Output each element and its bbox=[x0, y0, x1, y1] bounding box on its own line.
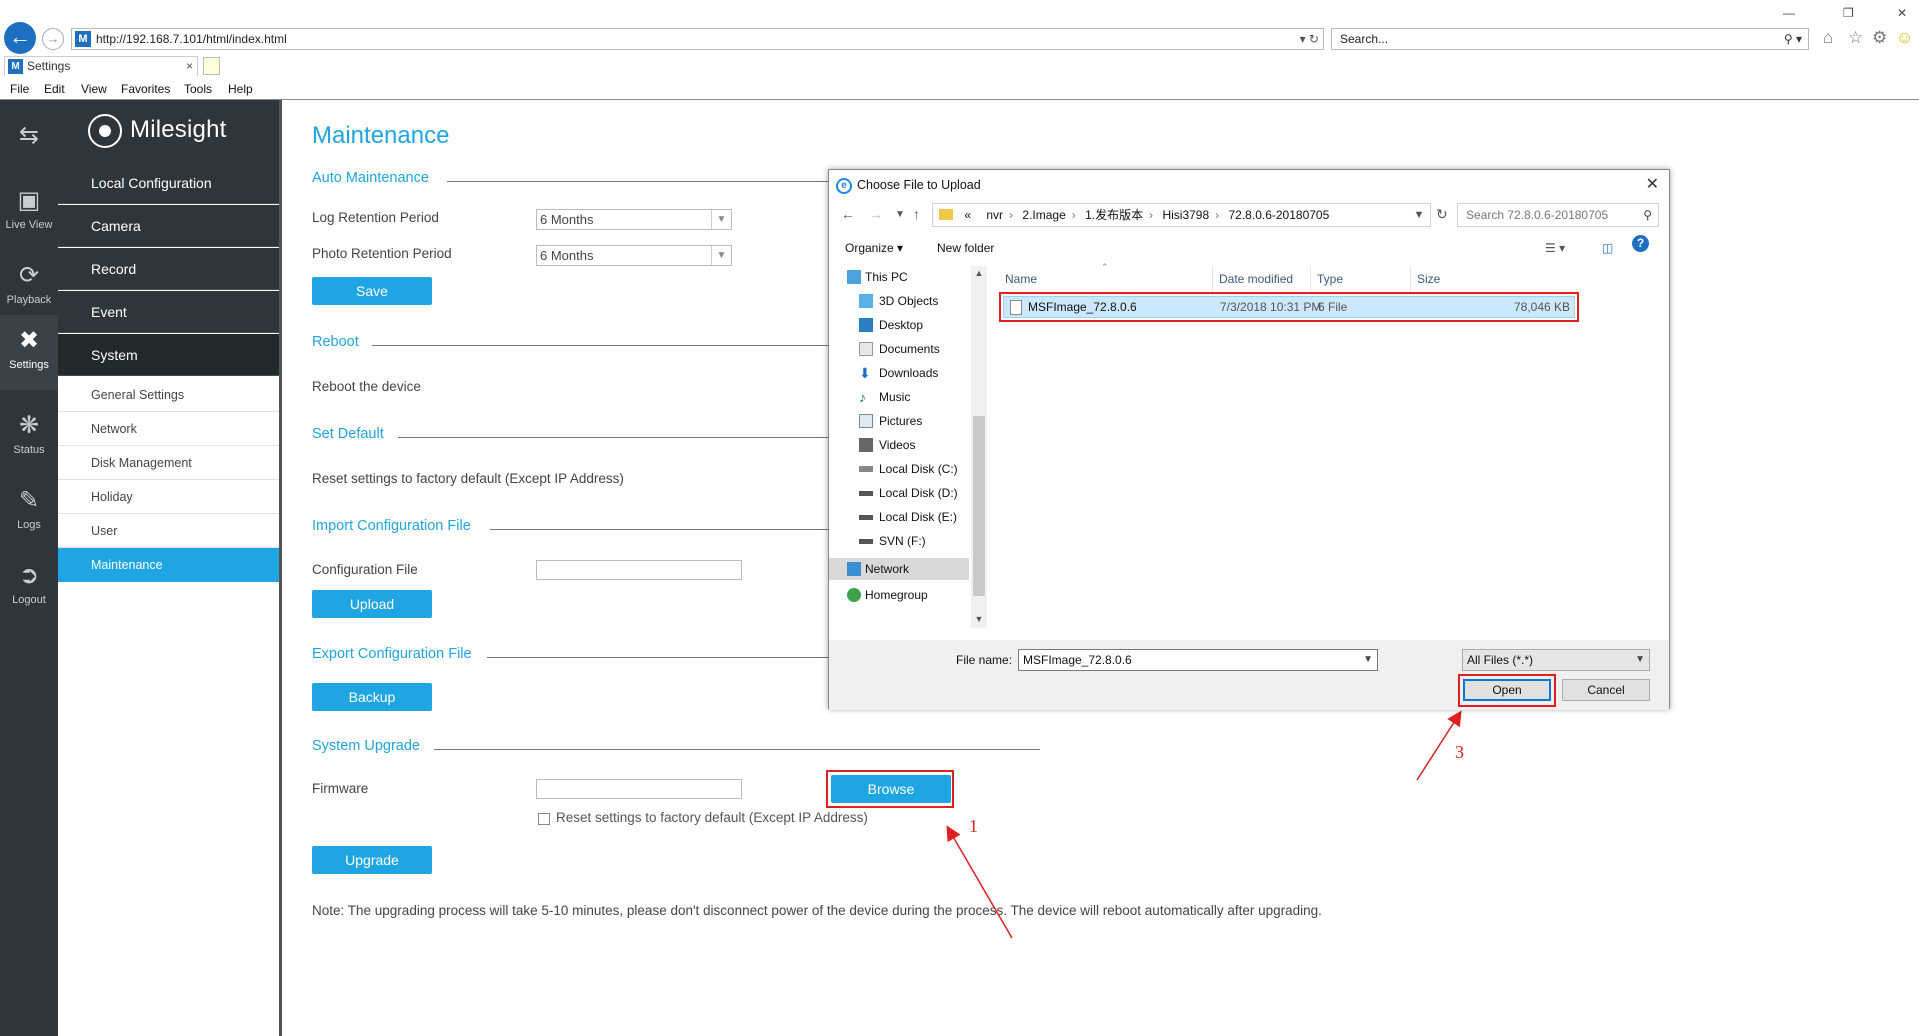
dialog-search-input[interactable]: Search 72.8.0.6-20180705 ⚲ bbox=[1457, 203, 1659, 227]
column-date-modified[interactable]: Date modified bbox=[1213, 266, 1311, 292]
arrow-3 bbox=[1416, 710, 1462, 781]
highlight-box bbox=[1458, 674, 1556, 707]
tree-item-desktop[interactable]: Desktop bbox=[829, 314, 969, 336]
recent-chevron-icon[interactable]: ▼ bbox=[895, 209, 905, 220]
organize-menu[interactable]: Organize ▾ bbox=[845, 235, 903, 261]
chevron-down-icon[interactable]: ▼ bbox=[1363, 650, 1373, 670]
back-arrow-icon[interactable]: ← bbox=[841, 206, 855, 222]
breadcrumb-item[interactable]: 72.8.0.6-20180705 bbox=[1229, 208, 1330, 222]
sort-chevron-icon: ⌃ bbox=[1101, 262, 1109, 272]
folder-icon bbox=[939, 209, 953, 220]
tree-item-local-disk-d[interactable]: Local Disk (D:) bbox=[829, 482, 969, 504]
tree-item-downloads[interactable]: ⬇ Downloads bbox=[829, 362, 969, 384]
tree-item-3d-objects[interactable]: 3D Objects bbox=[829, 290, 969, 312]
search-icon: ⚲ bbox=[1643, 208, 1652, 222]
file-list: Name Date modified Type Size ⌃ MSFImage_… bbox=[989, 262, 1669, 628]
pictures-icon bbox=[859, 414, 873, 428]
network-icon bbox=[847, 562, 861, 576]
breadcrumb-dropdown-icon[interactable]: ▼ bbox=[1408, 203, 1430, 227]
dialog-title-bar: e Choose File to Upload ✕ bbox=[829, 170, 1669, 200]
cancel-button[interactable]: Cancel bbox=[1562, 679, 1650, 701]
column-type[interactable]: Type bbox=[1311, 266, 1411, 292]
music-icon: ♪ bbox=[859, 389, 866, 405]
help-icon[interactable]: ? bbox=[1632, 235, 1649, 252]
documents-icon bbox=[859, 342, 873, 356]
tree-item-network[interactable]: Network bbox=[829, 558, 969, 580]
drive-icon bbox=[859, 539, 873, 544]
pc-icon bbox=[847, 270, 861, 284]
chevron-down-icon: ▼ bbox=[1635, 654, 1645, 665]
file-upload-dialog: e Choose File to Upload ✕ ← → ▼ ↑ « nvr ›… bbox=[828, 169, 1670, 710]
dialog-command-bar: Organize ▾ New folder ☰ ▾ ◫ ? bbox=[829, 235, 1669, 261]
tree-item-local-disk-c[interactable]: Local Disk (C:) bbox=[829, 458, 969, 480]
file-name-label: File name: bbox=[956, 653, 1013, 667]
tree-item-svn-f[interactable]: SVN (F:) bbox=[829, 530, 969, 552]
desktop-icon bbox=[859, 318, 873, 332]
tree-item-pictures[interactable]: Pictures bbox=[829, 410, 969, 432]
tree-item-this-pc[interactable]: This PC bbox=[829, 266, 969, 288]
view-options-icon[interactable]: ☰ ▾ bbox=[1545, 235, 1565, 261]
tree-item-local-disk-e[interactable]: Local Disk (E:) bbox=[829, 506, 969, 528]
breadcrumb-item[interactable]: 1.发布版本 bbox=[1085, 208, 1143, 222]
scroll-down-icon[interactable]: ▼ bbox=[971, 614, 987, 624]
videos-icon bbox=[859, 438, 873, 452]
dialog-nav-bar: ← → ▼ ↑ « nvr › 2.Image › 1.发布版本 › Hisi3798… bbox=[829, 202, 1669, 228]
forward-arrow-icon[interactable]: → bbox=[869, 206, 883, 222]
arrow-1 bbox=[946, 825, 1013, 939]
annotation-number-3: 3 bbox=[1455, 742, 1464, 762]
up-arrow-icon[interactable]: ↑ bbox=[913, 206, 920, 222]
tree-item-homegroup[interactable]: Homegroup bbox=[829, 584, 969, 606]
file-type-select[interactable]: All Files (*.*) ▼ bbox=[1462, 649, 1650, 671]
tree-item-documents[interactable]: Documents bbox=[829, 338, 969, 360]
breadcrumb-item[interactable]: 2.Image bbox=[1022, 208, 1065, 222]
drive-icon bbox=[859, 466, 873, 472]
file-name-input[interactable]: MSFImage_72.8.0.6 ▼ bbox=[1018, 649, 1378, 671]
new-folder-button[interactable]: New folder bbox=[937, 235, 994, 261]
homegroup-icon bbox=[847, 588, 861, 602]
annotation-number-1: 1 bbox=[969, 816, 978, 836]
drive-icon bbox=[859, 515, 873, 520]
drive-icon bbox=[859, 491, 873, 496]
download-icon: ⬇ bbox=[859, 365, 871, 381]
refresh-icon[interactable]: ↻ bbox=[1436, 206, 1448, 223]
breadcrumb-item[interactable]: nvr bbox=[986, 208, 1003, 222]
navigation-tree: This PC 3D Objects Desktop Documents ⬇ D… bbox=[829, 266, 971, 628]
breadcrumb[interactable]: « nvr › 2.Image › 1.发布版本 › Hisi3798 › 72.8.0… bbox=[932, 203, 1431, 227]
highlight-box bbox=[999, 292, 1579, 322]
cube-icon bbox=[859, 294, 873, 308]
breadcrumb-item[interactable]: Hisi3798 bbox=[1162, 208, 1209, 222]
scroll-up-icon[interactable]: ▲ bbox=[971, 268, 987, 278]
column-size[interactable]: Size bbox=[1411, 266, 1475, 292]
preview-pane-icon[interactable]: ◫ bbox=[1602, 235, 1613, 261]
dialog-footer: File name: MSFImage_72.8.0.6 ▼ All Files… bbox=[829, 640, 1669, 710]
tree-scrollbar[interactable]: ▲ ▼ bbox=[971, 266, 987, 628]
tree-item-music[interactable]: ♪ Music bbox=[829, 386, 969, 408]
scrollbar-thumb[interactable] bbox=[973, 416, 985, 596]
tree-item-videos[interactable]: Videos bbox=[829, 434, 969, 456]
dialog-close-icon[interactable]: ✕ bbox=[1646, 170, 1659, 200]
ie-icon: e bbox=[836, 178, 852, 194]
